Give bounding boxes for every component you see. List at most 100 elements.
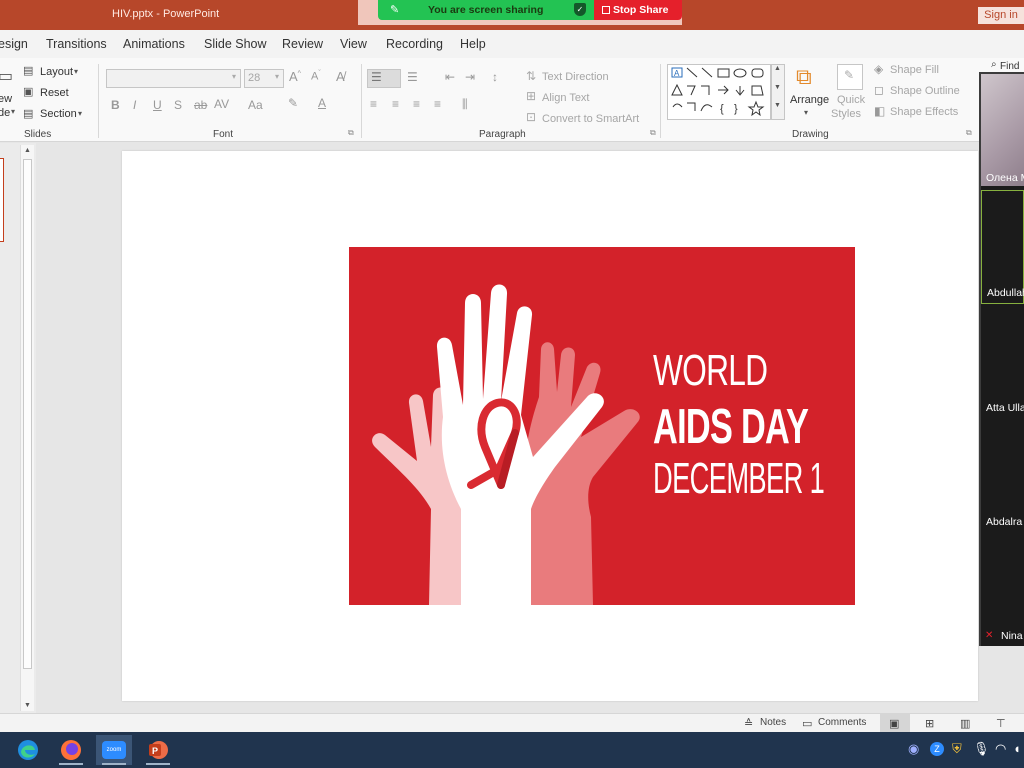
dialog-launcher-icon[interactable]: ⧉	[348, 128, 354, 138]
microphone-icon[interactable]: 🎙	[973, 741, 990, 757]
status-bar: ≙ Notes ▭ Comments ▣ ⊞ ▥ ⊤	[0, 713, 1024, 732]
grow-font-icon[interactable]: A^	[289, 69, 301, 84]
firefox-icon	[61, 740, 81, 760]
justify-icon[interactable]: ≡	[434, 97, 441, 111]
numbering-icon[interactable]: ☰	[407, 70, 418, 84]
svg-text:}: }	[734, 103, 738, 115]
convert-to-smartart-button[interactable]: Convert to SmartArt	[542, 113, 639, 125]
dialog-launcher-icon[interactable]: ⧉	[966, 128, 972, 138]
svg-text:P: P	[152, 746, 158, 756]
new-slide-label-1[interactable]: ew	[0, 93, 12, 105]
shadow-icon[interactable]: S	[174, 98, 182, 112]
zoom-participants-panel[interactable]: Олена М Abdullah Atta Ulla Abdalra ✕ Nin…	[979, 72, 1024, 646]
section-button[interactable]: Section	[40, 108, 77, 120]
columns-icon[interactable]: ⫼	[462, 97, 468, 112]
svg-text:A: A	[674, 69, 680, 78]
reading-view-icon[interactable]: ▥	[960, 717, 970, 730]
font-color-icon[interactable]: A	[318, 96, 326, 110]
security-tray-icon[interactable]: ⛨	[952, 741, 962, 757]
scroll-down-icon[interactable]: ▼	[24, 702, 31, 709]
tab-design[interactable]: esign	[0, 37, 28, 51]
ribbon: ▭ ew de ▾ ▤ Layout ▾ ▣ Reset ▤ Section ▾…	[0, 58, 1024, 142]
svg-text:{: {	[720, 103, 724, 115]
layout-button[interactable]: Layout	[40, 66, 73, 78]
thumbnails-scrollbar[interactable]: ▲ ▼	[20, 145, 34, 711]
character-spacing-icon[interactable]: AV	[214, 97, 229, 111]
slide-show-icon[interactable]: ⊤	[996, 717, 1006, 730]
divider	[98, 64, 99, 138]
muted-mic-icon: ✕	[985, 630, 994, 641]
reset-button[interactable]: Reset	[40, 87, 69, 99]
stop-share-button[interactable]: Stop Share	[594, 0, 682, 20]
shapes-gallery[interactable]: A { }	[667, 64, 771, 120]
quick-styles-label-1[interactable]: Quick	[837, 94, 865, 106]
notes-button[interactable]: Notes	[760, 717, 786, 728]
strikethrough-icon[interactable]: ab	[194, 98, 207, 112]
volume-icon[interactable]: ◖	[1013, 741, 1021, 756]
quick-styles-label-2[interactable]: Styles	[831, 108, 861, 120]
clear-formatting-icon[interactable]: A̸	[336, 69, 345, 84]
teams-tray-icon[interactable]: ◉	[908, 741, 919, 757]
divider	[660, 64, 661, 138]
align-text-icon: ⊞	[526, 89, 537, 103]
decrease-indent-icon[interactable]: ⇤	[445, 70, 455, 84]
shrink-font-icon[interactable]: Aˇ	[311, 70, 321, 83]
participant-tile-active-speaker[interactable]: Abdullah	[981, 190, 1024, 304]
selected-slide-thumbnail[interactable]	[0, 158, 4, 242]
tab-recording[interactable]: Recording	[386, 37, 443, 51]
shape-outline-button[interactable]: Shape Outline	[890, 85, 960, 97]
edge-app[interactable]	[10, 735, 46, 765]
participant-tile[interactable]: Abdalra	[981, 420, 1024, 532]
tab-slide-show[interactable]: Slide Show	[204, 37, 267, 51]
wifi-icon[interactable]: ◠	[995, 741, 1006, 757]
font-group-label: Font	[213, 129, 234, 140]
poster-line-december: DECEMBER 1	[653, 454, 825, 503]
sign-in-button[interactable]: Sign in	[978, 7, 1024, 24]
increase-indent-icon[interactable]: ⇥	[465, 70, 475, 84]
zoom-app[interactable]: zoom	[96, 735, 132, 765]
shape-fill-button[interactable]: Shape Fill	[890, 64, 939, 76]
participant-tile[interactable]: Atta Ulla	[981, 306, 1024, 418]
align-right-icon[interactable]: ≡	[413, 97, 420, 111]
tab-help[interactable]: Help	[460, 37, 486, 51]
running-indicator	[102, 763, 126, 765]
firefox-app[interactable]	[53, 735, 89, 765]
world-aids-day-image[interactable]: WORLD AIDS DAY DECEMBER 1	[349, 247, 855, 605]
participant-name: Abdalra	[986, 516, 1023, 528]
new-slide-icon[interactable]: ▭	[0, 66, 13, 86]
poster-line-aids-day: AIDS DAY	[653, 400, 809, 454]
tab-review[interactable]: Review	[282, 37, 323, 51]
tab-view[interactable]: View	[340, 37, 367, 51]
scrollbar-thumb[interactable]	[23, 159, 32, 669]
shapes-gallery-scroll[interactable]	[771, 64, 785, 120]
stop-share-label: Stop Share	[613, 4, 669, 16]
bold-icon[interactable]: B	[111, 98, 120, 112]
tab-animations[interactable]: Animations	[123, 37, 185, 51]
new-slide-label-2[interactable]: de	[0, 107, 10, 119]
arrange-button[interactable]: Arrange	[790, 94, 829, 106]
participant-tile[interactable]: Олена М	[981, 74, 1024, 188]
font-name-combo[interactable]	[106, 69, 241, 88]
chevron-down-icon: ▾	[232, 72, 237, 81]
screen-sharing-banner[interactable]: ✎ You are screen sharing ✓	[378, 0, 594, 20]
scroll-up-icon[interactable]: ▲	[24, 147, 31, 154]
align-text-button[interactable]: Align Text	[542, 92, 590, 104]
align-left-icon[interactable]: ≡	[370, 97, 377, 111]
align-center-icon[interactable]: ≡	[392, 97, 399, 111]
line-spacing-icon[interactable]: ↕	[492, 70, 498, 84]
powerpoint-app[interactable]: P	[140, 735, 176, 765]
comments-icon: ▭	[802, 718, 813, 730]
underline-icon[interactable]: U	[153, 98, 162, 112]
change-case-icon[interactable]: Aa	[248, 98, 263, 112]
highlight-icon[interactable]: ✎	[288, 96, 298, 110]
text-direction-button[interactable]: Text Direction	[542, 71, 609, 83]
italic-icon[interactable]: I	[133, 98, 136, 112]
pin-icon: ✎	[390, 4, 400, 16]
dialog-launcher-icon[interactable]: ⧉	[650, 128, 656, 138]
participant-tile[interactable]: ✕ Nina	[981, 534, 1024, 646]
tab-transitions[interactable]: Transitions	[46, 37, 107, 51]
shape-effects-button[interactable]: Shape Effects	[890, 106, 958, 118]
slide-sorter-icon[interactable]: ⊞	[925, 717, 934, 730]
zoom-tray-icon[interactable]: Z	[930, 742, 944, 756]
comments-button[interactable]: Comments	[818, 717, 866, 728]
